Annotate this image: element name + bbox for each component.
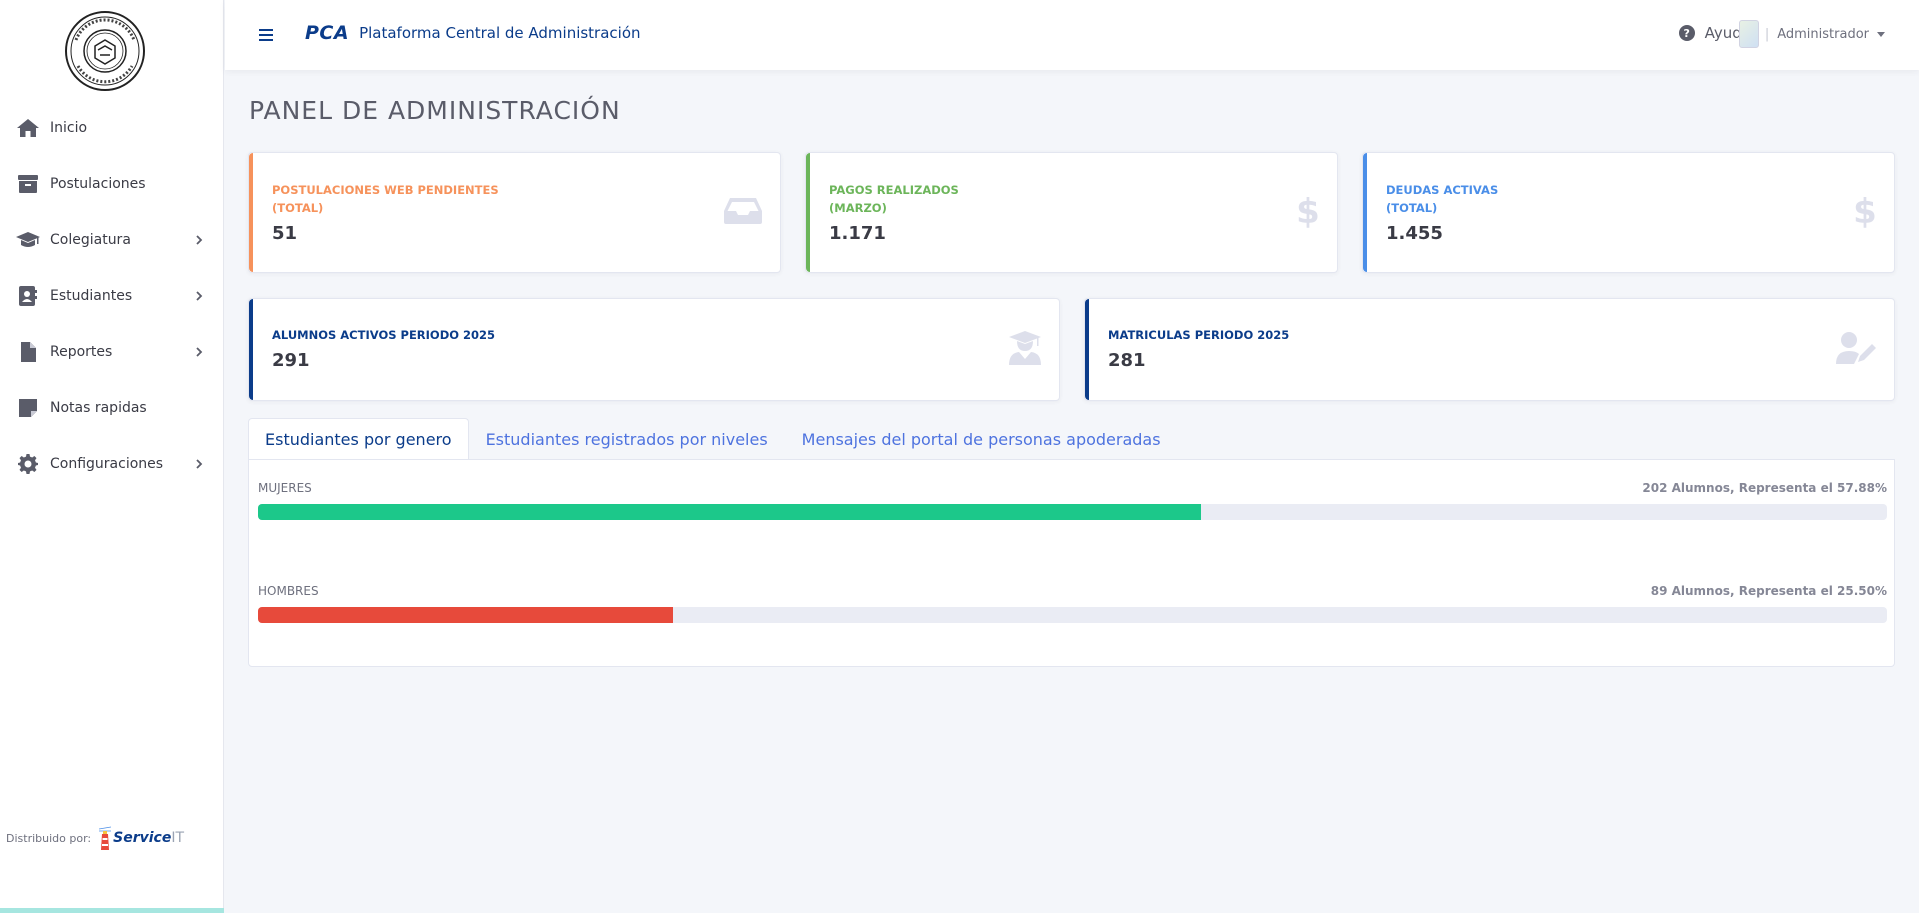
bar-summary: 202 Alumnos, Representa el 57.88% — [1642, 481, 1887, 495]
bar-label: HOMBRES — [258, 584, 319, 598]
svg-text:$: $ — [1854, 193, 1876, 229]
progress-track — [258, 607, 1887, 623]
brand[interactable]: PCA Plataforma Central de Administración — [305, 22, 641, 44]
partner-name: ServiceIT — [113, 830, 185, 846]
sidebar-item-estudiantes[interactable]: Estudiantes — [0, 268, 224, 324]
card-label: DEUDAS ACTIVAS (TOTAL) — [1386, 183, 1499, 215]
progress-track — [258, 504, 1887, 520]
partner-logo[interactable]: ServiceIT — [99, 826, 184, 850]
chart-tabs: Estudiantes por genero Estudiantes regis… — [248, 418, 1178, 460]
stat-card-deudas: DEUDAS ACTIVAS (TOTAL) 1.455 $ — [1362, 152, 1895, 273]
sidebar-item-notas-rapidas[interactable]: Notas rapidas — [0, 380, 224, 436]
sidebar-item-label: Inicio — [50, 120, 88, 136]
sidebar-item-postulaciones[interactable]: Postulaciones — [0, 156, 224, 212]
gender-bar-mujeres: MUJERES 202 Alumnos, Representa el 57.88… — [258, 481, 1887, 520]
sidebar-bottom-strip — [0, 908, 224, 913]
card-label: MATRICULAS PERIODO 2025 — [1108, 328, 1290, 342]
bar-summary: 89 Alumnos, Representa el 25.50% — [1650, 584, 1887, 598]
card-value: 291 — [272, 350, 310, 371]
file-icon — [16, 340, 40, 364]
archive-icon — [16, 172, 40, 196]
sidebar-item-colegiatura[interactable]: Colegiatura — [0, 212, 224, 268]
tab-estudiantes-por-niveles[interactable]: Estudiantes registrados por niveles — [469, 418, 785, 460]
question-circle-icon: ? — [1678, 25, 1695, 41]
chevron-right-icon — [196, 347, 203, 357]
sidebar-item-label: Estudiantes — [50, 288, 133, 304]
user-edit-icon — [1836, 331, 1876, 368]
sidebar-item-label: Postulaciones — [50, 176, 146, 192]
card-value: 1.455 — [1386, 223, 1443, 244]
sidebar-item-configuraciones[interactable]: Configuraciones — [0, 436, 224, 492]
card-label: ALUMNOS ACTIVOS PERIODO 2025 — [272, 328, 496, 342]
chevron-right-icon — [196, 291, 203, 301]
card-label: POSTULACIONES WEB PENDIENTES (TOTAL) — [272, 183, 499, 215]
sticky-note-icon — [16, 396, 40, 420]
sidebar-nav: Inicio Postulaciones Colegiatura Estudia… — [0, 100, 224, 492]
card-accent — [806, 153, 810, 272]
sidebar-item-inicio[interactable]: Inicio — [0, 100, 224, 156]
card-label: PAGOS REALIZADOS (MARZO) — [829, 183, 959, 215]
card-accent — [1085, 299, 1089, 400]
sidebar: Inicio Postulaciones Colegiatura Estudia… — [0, 0, 224, 913]
sidebar-item-reportes[interactable]: Reportes — [0, 324, 224, 380]
stat-card-postulaciones: POSTULACIONES WEB PENDIENTES (TOTAL) 51 — [248, 152, 781, 273]
card-value: 1.171 — [829, 223, 886, 244]
app-title: Plataforma Central de Administración — [359, 24, 641, 42]
distributed-by: Distribuido por: ServiceIT — [6, 826, 184, 850]
card-value: 281 — [1108, 350, 1146, 371]
stat-card-alumnos: ALUMNOS ACTIVOS PERIODO 2025 291 — [248, 298, 1060, 401]
sidebar-item-label: Reportes — [50, 344, 113, 360]
dollar-icon: $ — [1296, 192, 1320, 233]
dollar-icon: $ — [1853, 192, 1877, 233]
graduate-user-icon — [1009, 330, 1041, 369]
sidebar-item-label: Configuraciones — [50, 456, 164, 472]
app-root: Inicio Postulaciones Colegiatura Estudia… — [0, 0, 1919, 913]
school-logo[interactable] — [64, 10, 146, 92]
page-title: PANEL DE ADMINISTRACIÓN — [249, 96, 621, 125]
gender-bar-hombres: HOMBRES 89 Alumnos, Representa el 25.50% — [258, 584, 1887, 623]
address-book-icon — [16, 284, 40, 308]
inbox-icon — [724, 197, 762, 228]
card-accent — [1363, 153, 1367, 272]
sidebar-item-label: Notas rapidas — [50, 400, 147, 416]
stat-card-pagos: PAGOS REALIZADOS (MARZO) 1.171 $ — [805, 152, 1338, 273]
graduation-cap-icon — [16, 228, 40, 252]
user-name: Administrador — [1777, 26, 1869, 42]
distributed-label: Distribuido por: — [6, 831, 92, 845]
svg-text:$: $ — [1297, 193, 1319, 229]
progress-fill-hombres — [258, 607, 674, 623]
chevron-right-icon — [196, 459, 203, 469]
hamburger-icon — [259, 29, 273, 41]
tab-mensajes-portal[interactable]: Mensajes del portal de personas apoderad… — [785, 418, 1178, 460]
chevron-right-icon — [196, 235, 203, 245]
avatar — [1738, 20, 1759, 48]
brand-logo: PCA — [305, 22, 350, 44]
menu-toggle-button[interactable] — [259, 26, 275, 42]
bar-label: MUJERES — [258, 481, 312, 495]
stat-card-matriculas: MATRICULAS PERIODO 2025 281 — [1084, 298, 1895, 401]
sidebar-item-label: Colegiatura — [50, 232, 131, 248]
caret-down-icon — [1877, 31, 1885, 37]
lighthouse-icon — [99, 826, 112, 850]
card-accent — [249, 299, 253, 400]
user-menu[interactable]: | Administrador — [1738, 20, 1885, 48]
progress-fill-mujeres — [258, 504, 1201, 520]
card-value: 51 — [272, 223, 298, 244]
tab-panel-genero: MUJERES 202 Alumnos, Representa el 57.88… — [248, 459, 1895, 667]
tab-estudiantes-por-genero[interactable]: Estudiantes por genero — [248, 418, 469, 460]
home-icon — [16, 116, 40, 140]
card-accent — [249, 153, 253, 272]
topbar: PCA Plataforma Central de Administración… — [225, 0, 1919, 70]
user-separator: | — [1764, 26, 1770, 42]
gear-icon — [16, 452, 40, 476]
